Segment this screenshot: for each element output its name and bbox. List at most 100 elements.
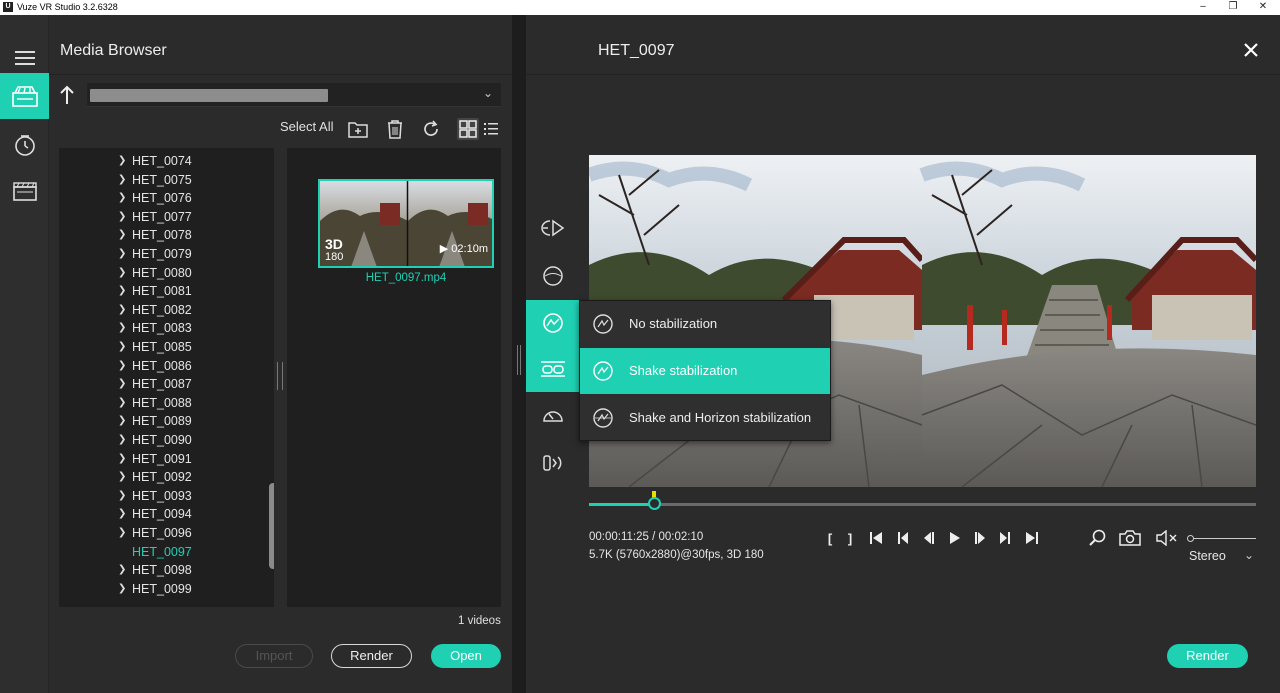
tree-item[interactable]: ❯ HET_0074 bbox=[59, 152, 259, 170]
menu-item-shake-horizon-stabilization[interactable]: Shake and Horizon stabilization bbox=[580, 395, 830, 441]
tree-item-label: HET_0094 bbox=[132, 507, 192, 522]
tree-item[interactable]: ❯ HET_0081 bbox=[59, 282, 259, 300]
chevron-right-icon[interactable]: ❯ bbox=[118, 505, 128, 523]
tree-item[interactable]: ❯ HET_0087 bbox=[59, 375, 259, 393]
tool-stereo-adjust[interactable] bbox=[526, 346, 579, 392]
path-dropdown[interactable]: ⌄ bbox=[87, 83, 501, 107]
tree-item[interactable]: ❯ HET_0092 bbox=[59, 468, 259, 486]
chevron-right-icon[interactable]: ❯ bbox=[118, 580, 128, 598]
tree-item[interactable]: ❯ HET_0083 bbox=[59, 319, 259, 337]
mark-out-button[interactable]: ] bbox=[844, 529, 856, 547]
tool-audio[interactable] bbox=[526, 440, 579, 486]
seek-handle[interactable] bbox=[647, 497, 661, 510]
snapshot-button[interactable] bbox=[1118, 529, 1142, 547]
tree-item[interactable]: ❯ HET_0077 bbox=[59, 208, 259, 226]
tree-item[interactable]: ❯ HET_0075 bbox=[59, 171, 259, 189]
mute-button[interactable] bbox=[1154, 529, 1180, 547]
list-view-button[interactable] bbox=[480, 118, 502, 140]
tree-item[interactable]: ❯ HET_0093 bbox=[59, 487, 259, 505]
nav-history[interactable] bbox=[0, 122, 49, 168]
view-mode-select[interactable]: Stereo bbox=[1189, 549, 1226, 563]
tree-item[interactable]: ❯ HET_0079 bbox=[59, 245, 259, 263]
tree-item[interactable]: ❯ HET_0096 bbox=[59, 524, 259, 542]
tree-item[interactable]: ❯ HET_0086 bbox=[59, 357, 259, 375]
next-button[interactable] bbox=[997, 529, 1013, 547]
close-icon[interactable] bbox=[1241, 40, 1261, 60]
chevron-down-icon[interactable]: ⌄ bbox=[1244, 548, 1254, 562]
seek-bar[interactable] bbox=[589, 491, 1256, 510]
menu-item-no-stabilization[interactable]: No stabilization bbox=[580, 301, 830, 347]
menu-item-shake-stabilization[interactable]: Shake stabilization bbox=[580, 348, 830, 394]
go-to-end-button[interactable] bbox=[1024, 529, 1040, 547]
render-button[interactable]: Render bbox=[331, 644, 412, 668]
chevron-right-icon[interactable]: ❯ bbox=[118, 301, 128, 319]
tool-stabilization[interactable] bbox=[526, 300, 579, 346]
refresh-button[interactable] bbox=[420, 118, 442, 140]
splitter-grip[interactable] bbox=[517, 345, 521, 375]
chevron-right-icon[interactable]: ❯ bbox=[118, 450, 128, 468]
render-button-preview[interactable]: Render bbox=[1167, 644, 1248, 668]
tree-item[interactable]: ❯ HET_0085 bbox=[59, 338, 259, 356]
chevron-right-icon[interactable]: ❯ bbox=[118, 524, 128, 542]
nav-render-queue[interactable] bbox=[0, 168, 49, 214]
chevron-right-icon[interactable]: ❯ bbox=[118, 338, 128, 356]
chevron-right-icon[interactable]: ❯ bbox=[118, 468, 128, 486]
up-arrow-icon[interactable] bbox=[59, 85, 75, 105]
zoom-button[interactable] bbox=[1087, 529, 1107, 547]
video-thumbnail[interactable]: 3D 180 ▶ 02:10m bbox=[318, 179, 494, 268]
chevron-right-icon[interactable]: ❯ bbox=[118, 431, 128, 449]
tree-item[interactable]: ❯ HET_0091 bbox=[59, 450, 259, 468]
thumbnail-filename[interactable]: HET_0097.mp4 bbox=[318, 272, 494, 284]
tree-scrollbar[interactable] bbox=[269, 483, 274, 569]
delete-button[interactable] bbox=[384, 118, 406, 140]
tool-rotate[interactable] bbox=[526, 205, 579, 251]
go-to-start-button[interactable] bbox=[868, 529, 884, 547]
previous-button[interactable] bbox=[895, 529, 911, 547]
volume-handle[interactable] bbox=[1187, 535, 1194, 542]
chevron-right-icon[interactable]: ❯ bbox=[118, 226, 128, 244]
chevron-right-icon[interactable]: ❯ bbox=[118, 152, 128, 170]
pane-splitter-handle[interactable] bbox=[277, 362, 283, 390]
nav-media-browser[interactable] bbox=[0, 73, 49, 119]
grid-view-button[interactable] bbox=[457, 118, 479, 140]
chevron-right-icon[interactable]: ❯ bbox=[118, 264, 128, 282]
chevron-right-icon[interactable]: ❯ bbox=[118, 189, 128, 207]
chevron-right-icon[interactable]: ❯ bbox=[118, 282, 128, 300]
chevron-right-icon[interactable]: ❯ bbox=[118, 561, 128, 579]
tool-speed[interactable] bbox=[526, 394, 579, 440]
tree-item[interactable]: ❯ HET_0090 bbox=[59, 431, 259, 449]
close-window-icon[interactable]: ✕ bbox=[1253, 0, 1273, 15]
tree-item[interactable]: ❯ HET_0089 bbox=[59, 412, 259, 430]
tree-item[interactable]: ❯ HET_0088 bbox=[59, 394, 259, 412]
chevron-right-icon[interactable]: ❯ bbox=[118, 357, 128, 375]
tree-item[interactable]: ❯ HET_0099 bbox=[59, 580, 259, 598]
tree-item[interactable]: ❯ HET_0078 bbox=[59, 226, 259, 244]
play-button[interactable] bbox=[947, 529, 963, 547]
mark-in-button[interactable]: [ bbox=[824, 529, 836, 547]
minimize-icon[interactable]: – bbox=[1193, 0, 1213, 15]
tree-item[interactable]: ❯ HET_0082 bbox=[59, 301, 259, 319]
chevron-right-icon[interactable]: ❯ bbox=[118, 375, 128, 393]
select-all-button[interactable]: Select All bbox=[280, 119, 333, 134]
chevron-right-icon[interactable]: ❯ bbox=[118, 208, 128, 226]
open-button[interactable]: Open bbox=[431, 644, 501, 668]
tree-item[interactable]: ❯ HET_0080 bbox=[59, 264, 259, 282]
panel-splitter[interactable] bbox=[512, 15, 526, 693]
chevron-right-icon[interactable]: ❯ bbox=[118, 171, 128, 189]
restore-icon[interactable]: ❐ bbox=[1223, 0, 1243, 15]
tree-item[interactable]: ❯ HET_0098 bbox=[59, 561, 259, 579]
tree-item[interactable]: ❯ HET_0094 bbox=[59, 505, 259, 523]
volume-slider[interactable] bbox=[1187, 535, 1256, 542]
step-forward-button[interactable] bbox=[972, 529, 988, 547]
step-back-button[interactable] bbox=[921, 529, 937, 547]
tool-sphere[interactable] bbox=[526, 253, 579, 299]
chevron-right-icon[interactable]: ❯ bbox=[118, 412, 128, 430]
chevron-right-icon[interactable]: ❯ bbox=[118, 394, 128, 412]
chevron-right-icon[interactable]: ❯ bbox=[118, 487, 128, 505]
add-folder-button[interactable] bbox=[347, 118, 369, 140]
chevron-right-icon[interactable]: ❯ bbox=[118, 245, 128, 263]
tree-item[interactable]: ❯ HET_0076 bbox=[59, 189, 259, 207]
import-button[interactable]: Import bbox=[235, 644, 313, 668]
chevron-right-icon[interactable]: ❯ bbox=[118, 319, 128, 337]
tree-item[interactable]: HET_0097 bbox=[59, 543, 259, 561]
